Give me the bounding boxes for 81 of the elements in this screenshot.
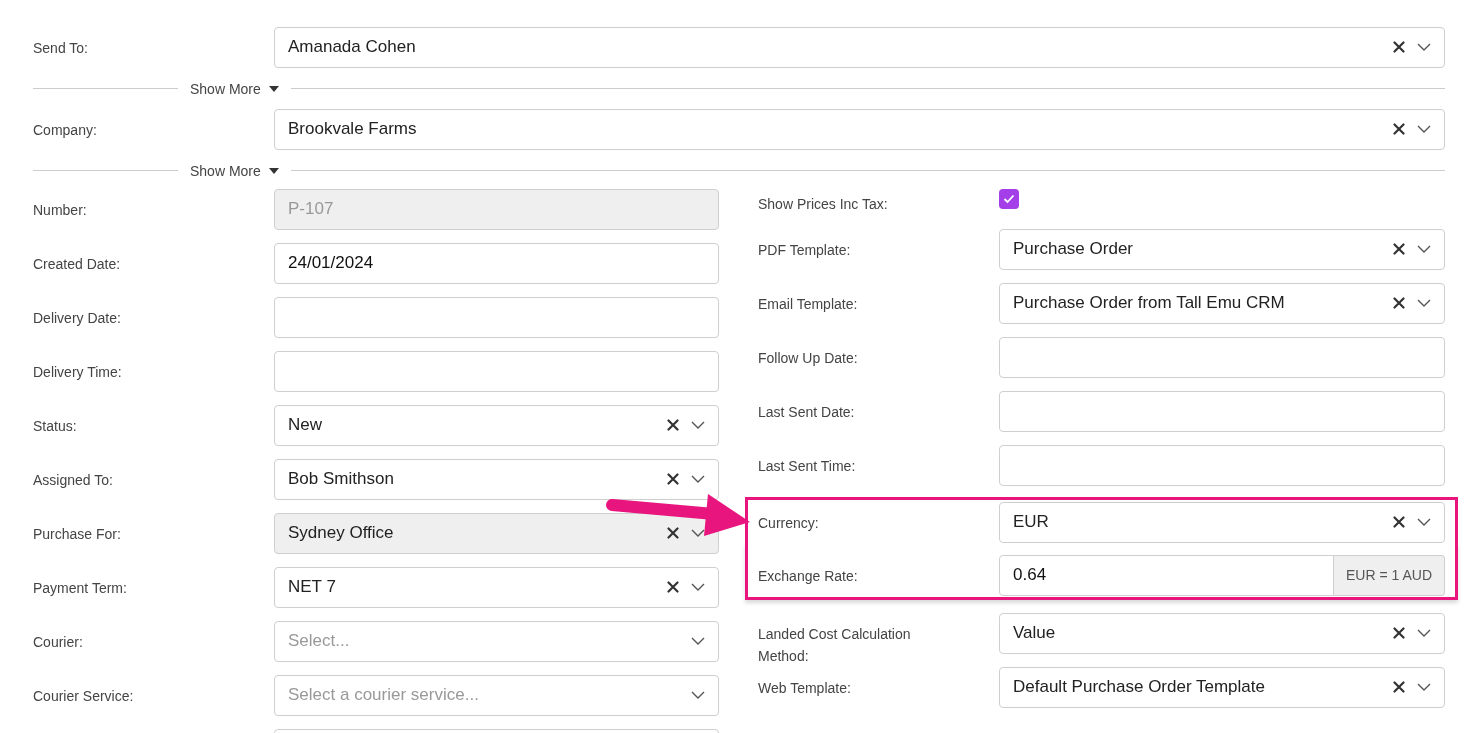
- select-field[interactable]: Default Purchase Order Template: [999, 666, 1445, 708]
- clear-icon[interactable]: [1393, 516, 1405, 528]
- select-value: Value: [1013, 622, 1057, 645]
- clear-icon[interactable]: [667, 581, 679, 593]
- select-value: Sydney Office: [288, 522, 395, 545]
- select-field[interactable]: Value: [999, 612, 1445, 654]
- field-label: Web Template:: [758, 679, 852, 698]
- select-value: Bob Smithson: [288, 468, 395, 491]
- input-field[interactable]: [274, 350, 719, 392]
- select-field[interactable]: Bob Smithson: [274, 458, 719, 500]
- chevron-down-icon[interactable]: [1417, 43, 1431, 51]
- chevron-down-icon[interactable]: [691, 583, 705, 591]
- field-label: Status:: [33, 417, 78, 436]
- select-field[interactable]: Purchase Order from Tall Emu CRM: [999, 282, 1445, 324]
- field-label: Last Sent Date:: [758, 403, 856, 422]
- select-value: Amanada Cohen: [288, 36, 417, 59]
- select-field[interactable]: EUR: [999, 501, 1445, 543]
- input-field[interactable]: [274, 296, 719, 338]
- chevron-down-icon[interactable]: [1417, 245, 1431, 253]
- check-icon: [1003, 194, 1015, 204]
- clear-icon[interactable]: [1393, 243, 1405, 255]
- chevron-down-icon[interactable]: [691, 637, 705, 645]
- input-field[interactable]: 0.64: [999, 554, 1334, 596]
- checkbox[interactable]: [999, 189, 1019, 209]
- select-value: Default Purchase Order Template: [1013, 676, 1266, 699]
- field-label: Last Sent Time:: [758, 457, 857, 476]
- input-field[interactable]: 24/01/2024: [274, 242, 719, 284]
- chevron-down-icon[interactable]: [691, 691, 705, 699]
- select-placeholder: Select...: [288, 630, 351, 653]
- select-value: Purchase Order from Tall Emu CRM: [1013, 292, 1286, 315]
- field-label: Delivery Time:: [33, 363, 123, 382]
- field-label: Number:: [33, 201, 88, 220]
- field-label: Created Date:: [33, 255, 122, 274]
- select-field[interactable]: Amanada Cohen: [274, 26, 1445, 68]
- select-field[interactable]: NET 7: [274, 566, 719, 608]
- chevron-down-icon[interactable]: [691, 475, 705, 483]
- field-label: Show Prices Inc Tax:: [758, 195, 889, 214]
- field-label: Payment Term:: [33, 579, 128, 598]
- field-label: Exchange Rate:: [758, 567, 859, 586]
- select-value: NET 7: [288, 576, 337, 599]
- chevron-down-icon[interactable]: [1417, 629, 1431, 637]
- field-label: Send To:: [33, 39, 89, 58]
- clear-icon[interactable]: [1393, 297, 1405, 309]
- clear-icon[interactable]: [1393, 681, 1405, 693]
- clear-icon[interactable]: [1393, 123, 1405, 135]
- select-placeholder: Select a courier service...: [288, 684, 480, 707]
- field-label: Landed Cost Calculation Method:: [758, 625, 912, 666]
- clear-icon[interactable]: [1393, 627, 1405, 639]
- field-label: PDF Template:: [758, 241, 852, 260]
- caret-down-icon: [268, 168, 279, 174]
- input-addon: EUR = 1 AUD: [1334, 554, 1445, 596]
- clear-icon[interactable]: [667, 473, 679, 485]
- input-field[interactable]: [999, 390, 1445, 432]
- show-more-toggle[interactable]: Show More: [178, 78, 291, 100]
- field-label: Purchase For:: [33, 525, 122, 544]
- select-value: Brookvale Farms: [288, 118, 418, 141]
- input-field[interactable]: [999, 336, 1445, 378]
- field-label: Follow Up Date:: [758, 349, 859, 368]
- select-value: New: [288, 414, 323, 437]
- select-field[interactable]: Brookvale Farms: [274, 108, 1445, 150]
- field-label: Currency:: [758, 514, 820, 533]
- chevron-down-icon[interactable]: [1417, 299, 1431, 307]
- caret-down-icon: [268, 86, 279, 92]
- input-field[interactable]: [999, 444, 1445, 486]
- clear-icon[interactable]: [667, 419, 679, 431]
- select-field[interactable]: Purchase Order: [999, 228, 1445, 270]
- show-more-toggle[interactable]: Show More: [178, 160, 291, 182]
- chevron-down-icon[interactable]: [1417, 518, 1431, 526]
- field-label: Email Template:: [758, 295, 859, 314]
- field-label: Delivery Date:: [33, 309, 122, 328]
- chevron-down-icon[interactable]: [1417, 125, 1431, 133]
- chevron-down-icon[interactable]: [1417, 683, 1431, 691]
- select-value: Purchase Order: [1013, 238, 1134, 261]
- field-label: Courier Service:: [33, 687, 135, 706]
- chevron-down-icon[interactable]: [691, 421, 705, 429]
- select-field[interactable]: New: [274, 404, 719, 446]
- field-label: Assigned To:: [33, 471, 114, 490]
- field-label: Courier:: [33, 633, 84, 652]
- select-value: EUR: [1013, 511, 1050, 534]
- clear-icon[interactable]: [1393, 41, 1405, 53]
- field-label: Company:: [33, 121, 98, 140]
